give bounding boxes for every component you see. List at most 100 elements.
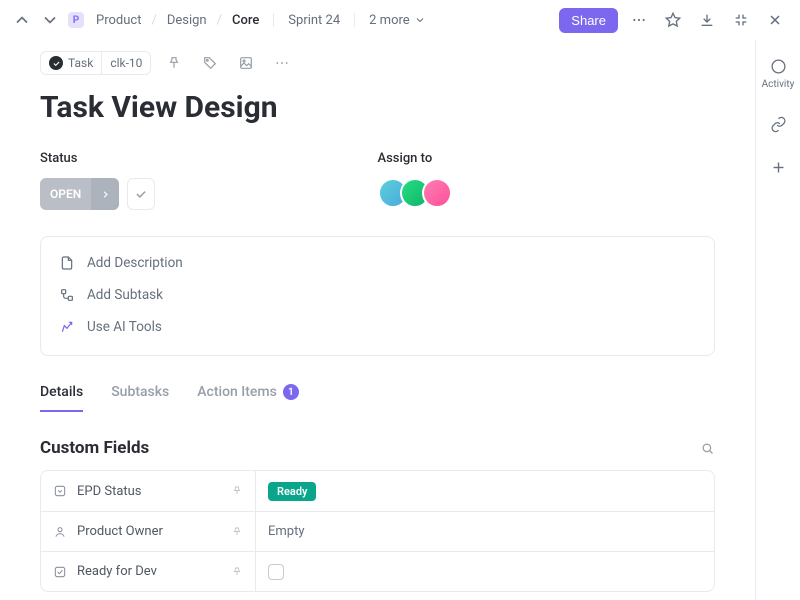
task-type-label: Task xyxy=(68,56,93,70)
tag-button[interactable] xyxy=(197,50,223,76)
status-value: OPEN xyxy=(40,187,91,201)
close-icon xyxy=(767,12,783,28)
right-sidebar: Activity xyxy=(755,40,800,600)
status-label: Status xyxy=(40,151,378,166)
forward-button[interactable] xyxy=(40,10,60,30)
search-icon[interactable] xyxy=(700,441,715,456)
crumb-core[interactable]: Core xyxy=(232,13,259,28)
document-icon xyxy=(59,255,75,271)
crumb-sprint[interactable]: Sprint 24 xyxy=(288,13,340,28)
more-horizontal-icon xyxy=(274,55,290,71)
status-chevron xyxy=(91,178,119,210)
custom-field-row: Product Owner Empty xyxy=(41,511,714,551)
cf-val-ready-for-dev[interactable] xyxy=(256,564,714,580)
star-icon xyxy=(665,12,681,28)
task-meta-row: Task clk-10 xyxy=(40,50,715,76)
custom-field-row: EPD Status Ready xyxy=(41,471,714,511)
main-content: Task clk-10 Task View Design Status OPEN xyxy=(0,40,755,600)
cf-key-label: Product Owner xyxy=(77,524,163,539)
top-bar: P Product / Design / Core Sprint 24 2 mo… xyxy=(0,0,800,40)
project-chip[interactable]: P xyxy=(68,12,84,28)
link-button[interactable] xyxy=(770,116,787,133)
activity-button[interactable]: Activity xyxy=(762,58,795,90)
tag-icon xyxy=(202,55,218,71)
pin-icon xyxy=(231,566,243,578)
tab-action-items[interactable]: Action Items 1 xyxy=(197,384,299,412)
add-description-button[interactable]: Add Description xyxy=(59,247,696,279)
add-subtask-button[interactable]: Add Subtask xyxy=(59,279,696,311)
meta-more-button[interactable] xyxy=(269,50,295,76)
description-box: Add Description Add Subtask Use AI Tools xyxy=(40,236,715,356)
chevron-down-icon xyxy=(414,14,426,26)
pin-icon xyxy=(166,55,182,71)
custom-fields-title: Custom Fields xyxy=(40,438,149,458)
checkbox[interactable] xyxy=(268,564,284,580)
task-status-icon xyxy=(49,56,63,70)
download-button[interactable] xyxy=(694,7,720,33)
crumb-divider xyxy=(273,13,274,27)
task-id-label: clk-10 xyxy=(102,52,150,74)
avatar[interactable] xyxy=(422,178,452,208)
assign-section: Assign to xyxy=(378,151,716,210)
minimize-button[interactable] xyxy=(728,7,754,33)
more-menu-button[interactable] xyxy=(626,7,652,33)
cf-key-ready-for-dev[interactable]: Ready for Dev xyxy=(41,552,256,591)
crumb-divider xyxy=(354,13,355,27)
check-icon xyxy=(134,187,148,201)
link-icon xyxy=(770,116,787,133)
cf-val-product-owner[interactable]: Empty xyxy=(256,524,714,539)
cf-key-epd-status[interactable]: EPD Status xyxy=(41,471,256,511)
custom-fields-header: Custom Fields xyxy=(40,438,715,458)
mark-done-button[interactable] xyxy=(127,178,155,210)
custom-fields-table: EPD Status Ready Product Owner Empty Rea… xyxy=(40,470,715,592)
minimize-icon xyxy=(733,12,749,28)
subtask-icon xyxy=(59,287,75,303)
status-section: Status OPEN xyxy=(40,151,378,210)
checkbox-field-icon xyxy=(53,565,67,579)
tab-subtasks[interactable]: Subtasks xyxy=(111,384,169,412)
crumb-more[interactable]: 2 more xyxy=(369,13,426,28)
tab-action-items-label: Action Items xyxy=(197,384,277,400)
use-ai-button[interactable]: Use AI Tools xyxy=(59,311,696,343)
share-button[interactable]: Share xyxy=(559,8,618,33)
cf-val-epd-status[interactable]: Ready xyxy=(256,482,714,501)
dropdown-field-icon xyxy=(53,484,67,498)
cf-key-label: Ready for Dev xyxy=(77,564,157,579)
cf-key-product-owner[interactable]: Product Owner xyxy=(41,512,256,551)
add-description-label: Add Description xyxy=(87,255,183,271)
task-id-pill[interactable]: Task clk-10 xyxy=(40,51,151,75)
pin-icon xyxy=(231,485,243,497)
back-button[interactable] xyxy=(12,10,32,30)
assign-label: Assign to xyxy=(378,151,716,166)
plus-icon xyxy=(770,159,787,176)
chevron-up-icon xyxy=(12,10,32,30)
chevron-right-icon xyxy=(100,189,111,200)
pin-button[interactable] xyxy=(161,50,187,76)
close-button[interactable] xyxy=(762,7,788,33)
person-field-icon xyxy=(53,525,67,539)
cf-key-label: EPD Status xyxy=(77,484,142,499)
use-ai-label: Use AI Tools xyxy=(87,319,162,335)
image-button[interactable] xyxy=(233,50,259,76)
download-icon xyxy=(699,12,715,28)
status-dropdown[interactable]: OPEN xyxy=(40,178,119,210)
ai-icon xyxy=(59,319,75,335)
assignee-avatars[interactable] xyxy=(378,178,716,208)
custom-field-row: Ready for Dev xyxy=(41,551,714,591)
status-badge-ready: Ready xyxy=(268,482,316,501)
crumb-product[interactable]: Product xyxy=(96,13,141,28)
activity-icon xyxy=(770,58,787,75)
crumb-separator: / xyxy=(151,13,156,28)
tabs: Details Subtasks Action Items 1 xyxy=(40,384,715,412)
add-subtask-label: Add Subtask xyxy=(87,287,163,303)
task-title[interactable]: Task View Design xyxy=(40,90,715,125)
favorite-button[interactable] xyxy=(660,7,686,33)
activity-label: Activity xyxy=(762,79,795,90)
image-icon xyxy=(238,55,254,71)
chevron-down-icon xyxy=(40,10,60,30)
add-button[interactable] xyxy=(770,159,787,176)
tab-details[interactable]: Details xyxy=(40,384,83,412)
crumb-design[interactable]: Design xyxy=(167,13,207,28)
action-items-count-badge: 1 xyxy=(283,384,299,400)
crumb-separator: / xyxy=(217,13,222,28)
